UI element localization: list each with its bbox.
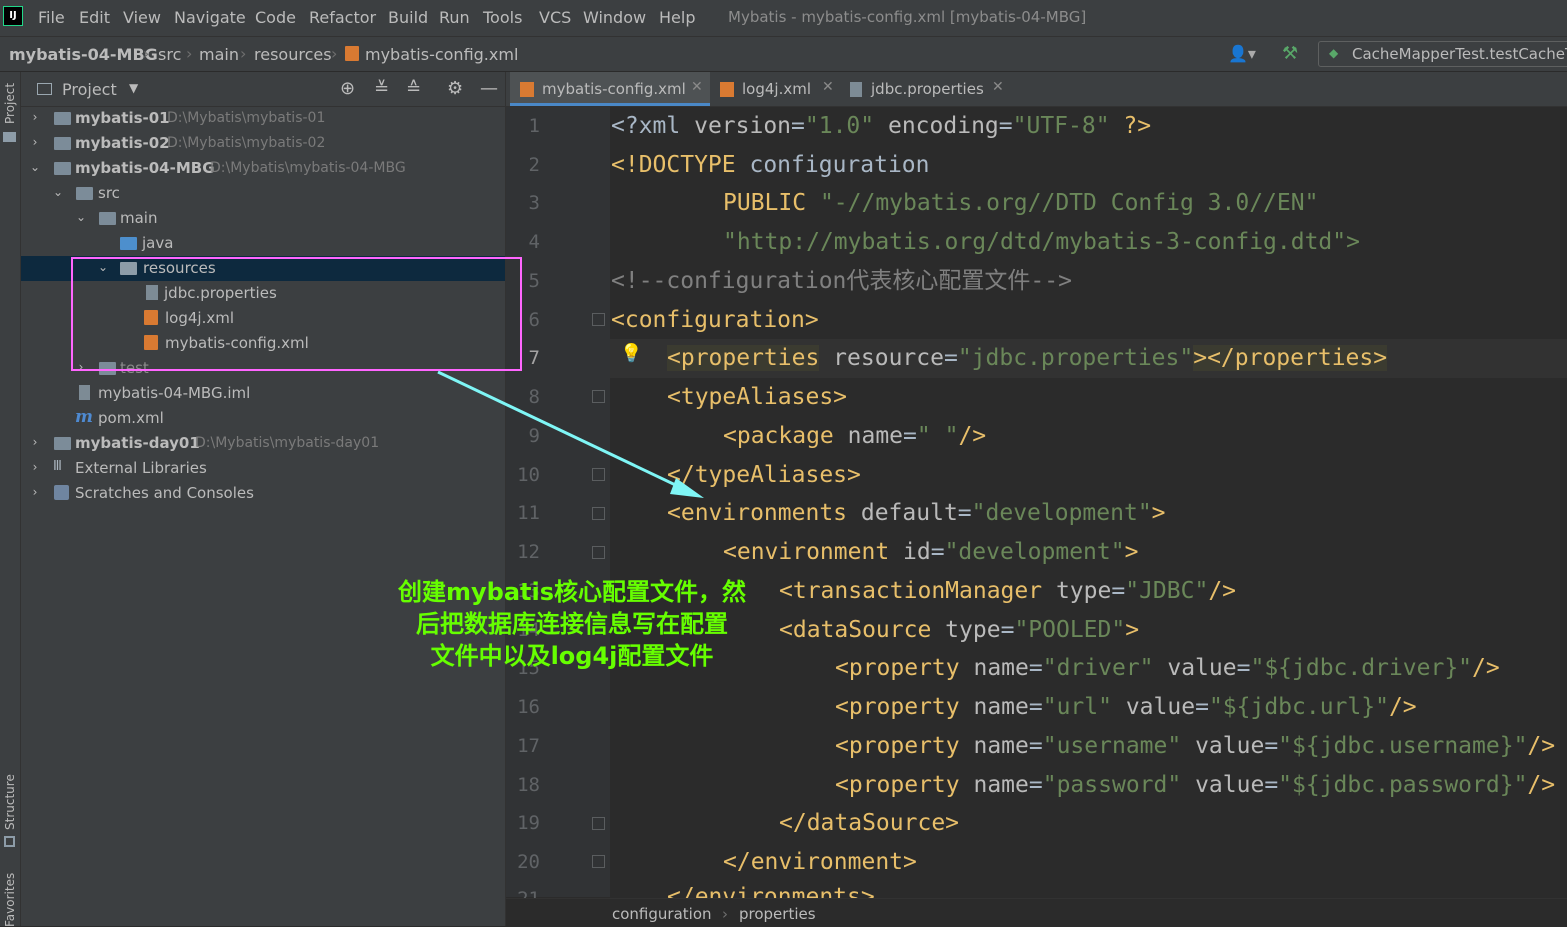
- annotation-line-1: 创建mybatis核心配置文件，然: [397, 578, 746, 606]
- annotation-text: 创建mybatis核心配置文件，然 后把数据库连接信息写在配置 文件中以及log…: [362, 576, 782, 672]
- annotation-line-3: 文件中以及log4j配置文件: [430, 642, 714, 670]
- arrow-shaft: [437, 370, 687, 492]
- annotation-arrow: [437, 370, 704, 498]
- arrow-head: [670, 478, 704, 498]
- annotation-line-2: 后把数据库连接信息写在配置: [416, 610, 728, 638]
